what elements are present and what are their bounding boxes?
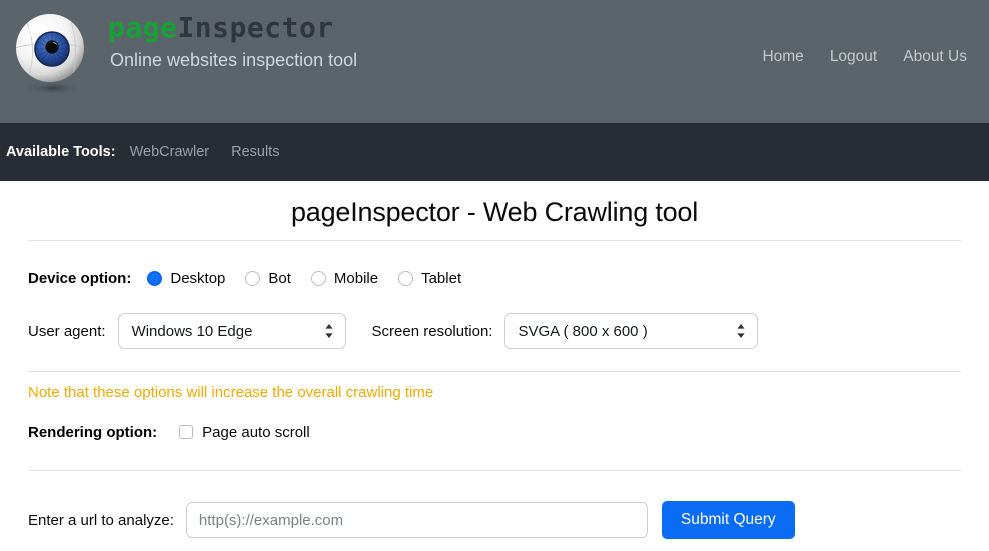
radio-option-tablet[interactable]: Tablet <box>398 270 461 287</box>
radio-desktop-indicator[interactable] <box>147 270 163 286</box>
url-input[interactable] <box>185 502 648 538</box>
site-header: pageInspector Online websites inspection… <box>0 0 989 123</box>
page-auto-scroll-box[interactable] <box>179 425 194 439</box>
screen-resolution-value: SVGA ( 800 x 600 ) <box>518 322 648 340</box>
crawl-time-note-row: Note that these options will increase th… <box>0 372 989 412</box>
radio-option-bot[interactable]: Bot <box>245 270 291 287</box>
eyeball-icon <box>16 14 85 95</box>
brand-title: pageInspector <box>108 11 357 44</box>
user-agent-value: Windows 10 Edge <box>131 322 253 340</box>
main-content: pageInspector - Web Crawling tool Device… <box>0 181 989 551</box>
user-agent-label: User agent: <box>28 322 106 340</box>
brand-block: pageInspector Online websites inspection… <box>0 0 357 118</box>
radio-option-mobile[interactable]: Mobile <box>310 269 379 287</box>
page-auto-scroll-label: Page auto scroll <box>202 423 310 441</box>
tool-link-results[interactable]: Results <box>231 144 279 160</box>
nav-link-home[interactable]: Home <box>762 48 803 66</box>
agent-resolution-row: User agent: Windows 10 Edge Screen resol… <box>0 303 989 359</box>
radio-tablet-label: Tablet <box>421 269 462 287</box>
submit-query-button[interactable]: Submit Query <box>661 501 795 539</box>
brand-text: pageInspector Online websites inspection… <box>108 0 357 71</box>
checkbox-page-auto-scroll[interactable]: Page auto scroll <box>179 424 310 441</box>
url-submit-row: Enter a url to analyze: Submit Query <box>0 489 989 551</box>
nav-link-logout[interactable]: Logout <box>830 48 877 66</box>
nav-link-about-us[interactable]: About Us <box>903 48 967 66</box>
radio-mobile-label: Mobile <box>333 269 379 287</box>
tools-bar-label: Available Tools: <box>6 144 116 160</box>
tool-link-webcrawler[interactable]: WebCrawler <box>130 144 210 160</box>
url-input-label: Enter a url to analyze: <box>28 511 174 529</box>
stepper-updown-icon <box>324 324 333 338</box>
device-radio-group: Desktop Bot Mobile Tablet <box>147 270 461 287</box>
radio-bot-indicator[interactable] <box>245 270 261 286</box>
page-title: pageInspector - Web Crawling tool <box>290 197 699 227</box>
radio-tablet-indicator[interactable] <box>398 270 414 286</box>
brand-title-inspector: Inspector <box>177 11 334 44</box>
stepper-updown-icon <box>737 324 746 338</box>
device-option-label: Device option: <box>28 269 132 287</box>
radio-desktop-label: Desktop <box>170 269 226 287</box>
rendering-option-row: Rendering option: Page auto scroll <box>0 412 989 452</box>
tools-bar: Available Tools: WebCrawler Results <box>0 123 989 181</box>
device-option-row: Device option: Desktop Bot Mobile Tablet <box>0 253 989 303</box>
radio-bot-label: Bot <box>268 269 291 287</box>
logo-wrap <box>0 0 104 118</box>
brand-title-page: page <box>108 11 178 44</box>
user-agent-select[interactable]: Windows 10 Edge <box>117 313 346 349</box>
screen-resolution-select[interactable]: SVGA ( 800 x 600 ) <box>504 313 759 349</box>
rendering-option-label: Rendering option: <box>28 423 158 441</box>
radio-option-desktop[interactable]: Desktop <box>147 270 225 287</box>
crawl-time-note: Note that these options will increase th… <box>28 383 434 401</box>
top-navigation: Home Logout About Us <box>762 48 967 66</box>
brand-subtitle: Online websites inspection tool <box>110 50 358 71</box>
screen-resolution-label: Screen resolution: <box>371 322 493 340</box>
radio-mobile-indicator[interactable] <box>310 270 326 286</box>
